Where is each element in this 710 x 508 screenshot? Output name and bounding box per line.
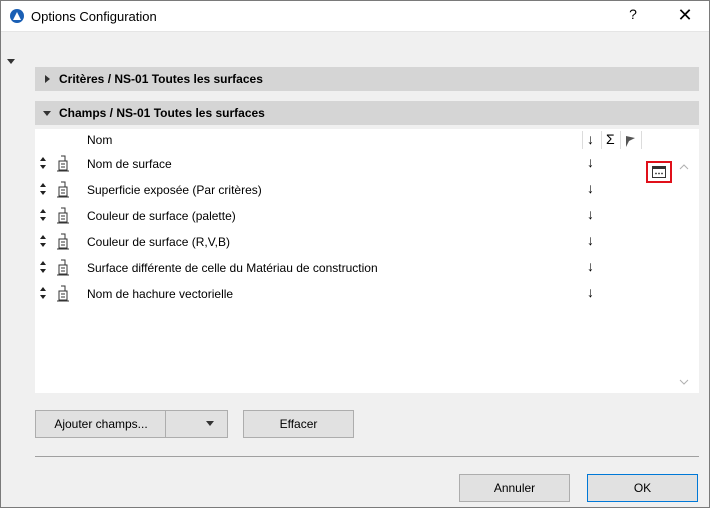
sum-column-icon[interactable]: Σ: [606, 131, 615, 147]
archicad-app-icon: [10, 9, 24, 23]
expand-arrow-icon: [45, 75, 50, 83]
field-name: Couleur de surface (R,V,B): [87, 235, 230, 249]
list-item[interactable]: Couleur de surface (palette) ↓: [35, 203, 675, 229]
flag-icon[interactable]: [625, 135, 637, 147]
field-name: Nom de hachure vectorielle: [87, 287, 234, 301]
property-icon: [57, 285, 69, 302]
sort-arrow-icon[interactable]: ↓: [587, 232, 594, 248]
fields-section-header[interactable]: Champs / NS-01 Toutes les surfaces: [35, 101, 699, 125]
dialog-title: Options Configuration: [31, 9, 157, 24]
list-item[interactable]: Nom de hachure vectorielle ↓: [35, 281, 675, 307]
column-divider: [601, 131, 602, 149]
property-icon: [57, 207, 69, 224]
help-button[interactable]: ?: [623, 6, 643, 26]
field-name: Couleur de surface (palette): [87, 209, 236, 223]
list-item[interactable]: Couleur de surface (R,V,B) ↓: [35, 229, 675, 255]
property-icon: [57, 181, 69, 198]
cancel-button[interactable]: Annuler: [459, 474, 570, 502]
sort-arrow-icon[interactable]: ↓: [587, 180, 594, 196]
field-options-button[interactable]: [646, 161, 672, 183]
window-options-icon: [652, 166, 666, 178]
collapse-marker-icon: [7, 59, 15, 64]
column-divider: [620, 131, 621, 149]
property-icon: [57, 155, 69, 172]
dropdown-arrow-icon[interactable]: [206, 421, 214, 427]
list-item[interactable]: Surface différente de celle du Matériau …: [35, 255, 675, 281]
fields-list: Nom ↓ Σ Nom de surface ↓ Superficie expo…: [35, 129, 699, 393]
sort-arrow-icon[interactable]: ↓: [587, 206, 594, 222]
title-bar: Options Configuration ? ✕: [1, 1, 709, 32]
fields-section-label: Champs / NS-01 Toutes les surfaces: [59, 106, 265, 120]
drag-handle-icon[interactable]: [39, 286, 47, 300]
scroll-down-icon[interactable]: [679, 379, 689, 385]
field-name: Surface différente de celle du Matériau …: [87, 261, 378, 275]
close-button[interactable]: ✕: [673, 5, 697, 27]
drag-handle-icon[interactable]: [39, 234, 47, 248]
collapse-arrow-icon: [43, 111, 51, 116]
add-fields-split-button[interactable]: Ajouter champs...: [35, 410, 228, 438]
property-icon: [57, 259, 69, 276]
fields-list-header: Nom ↓ Σ: [35, 129, 699, 151]
sort-arrow-icon[interactable]: ↓: [587, 154, 594, 170]
field-name: Superficie exposée (Par critères): [87, 183, 262, 197]
field-name: Nom de surface: [87, 157, 172, 171]
property-icon: [57, 233, 69, 250]
drag-handle-icon[interactable]: [39, 208, 47, 222]
column-header-name[interactable]: Nom: [87, 133, 112, 147]
list-item[interactable]: Superficie exposée (Par critères) ↓: [35, 177, 675, 203]
ok-button[interactable]: OK: [587, 474, 698, 502]
drag-handle-icon[interactable]: [39, 260, 47, 274]
sort-arrow-icon[interactable]: ↓: [587, 258, 594, 274]
criteria-section-label: Critères / NS-01 Toutes les surfaces: [59, 72, 263, 86]
criteria-section-header[interactable]: Critères / NS-01 Toutes les surfaces: [35, 67, 699, 91]
scroll-up-icon[interactable]: [679, 164, 689, 170]
split-button-divider: [165, 411, 166, 437]
list-item[interactable]: Nom de surface ↓: [35, 151, 675, 177]
add-fields-button[interactable]: Ajouter champs...: [36, 411, 166, 437]
clear-button[interactable]: Effacer: [243, 410, 354, 438]
drag-handle-icon[interactable]: [39, 182, 47, 196]
column-divider: [641, 131, 642, 149]
column-divider: [582, 131, 583, 149]
sort-arrow-icon[interactable]: ↓: [587, 284, 594, 300]
options-configuration-dialog: Options Configuration ? ✕ Critères / NS-…: [0, 0, 710, 508]
drag-handle-icon[interactable]: [39, 156, 47, 170]
sort-column-icon[interactable]: ↓: [587, 131, 594, 147]
separator: [35, 456, 699, 457]
